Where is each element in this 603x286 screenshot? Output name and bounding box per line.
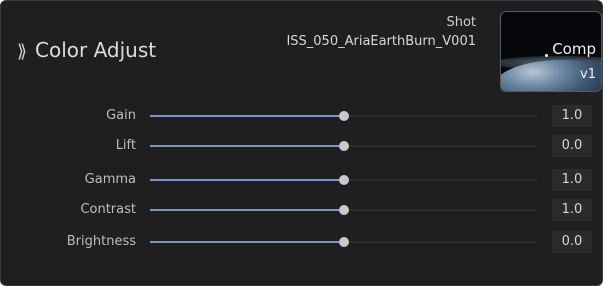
control-row-brightness: Brightness 0.0 <box>1 231 602 253</box>
slider-handle[interactable] <box>339 141 349 151</box>
control-label: Gamma <box>84 172 136 187</box>
control-row-lift: Lift 0.0 <box>1 135 602 157</box>
slider-handle[interactable] <box>339 175 349 185</box>
slider-handle[interactable] <box>339 205 349 215</box>
slider-handle[interactable] <box>339 237 349 247</box>
slider-fill <box>150 115 344 117</box>
slider-fill <box>150 209 344 211</box>
control-row-gain: Gain 1.0 <box>1 105 602 127</box>
slider-handle[interactable] <box>339 111 349 121</box>
slider-track[interactable] <box>150 111 537 121</box>
control-label: Brightness <box>66 234 136 249</box>
value-field[interactable]: 0.0 <box>552 135 592 157</box>
value-field[interactable]: 1.0 <box>552 169 592 191</box>
thumbnail-comp-label: Comp <box>552 40 596 58</box>
value-field[interactable]: 1.0 <box>552 105 592 127</box>
shot-name: ISS_050_AriaEarthBurn_V001 <box>286 34 476 49</box>
slider-track[interactable] <box>150 175 537 185</box>
control-label: Lift <box>115 138 136 153</box>
comp-thumbnail[interactable]: Comp v1 <box>500 11 602 92</box>
value-field[interactable]: 1.0 <box>552 199 592 221</box>
panel-header: ⟫ Color Adjust Shot ISS_050_AriaEarthBurn… <box>1 1 602 96</box>
value-field[interactable]: 0.0 <box>552 231 592 253</box>
control-row-gamma: Gamma 1.0 <box>1 169 602 191</box>
control-row-contrast: Contrast 1.0 <box>1 199 602 221</box>
panel-title[interactable]: ⟫ Color Adjust <box>17 38 156 62</box>
slider-fill <box>150 145 344 147</box>
shot-label: Shot <box>446 15 476 30</box>
slider-track[interactable] <box>150 237 537 247</box>
sun-glint <box>545 54 548 57</box>
control-label: Contrast <box>80 202 136 217</box>
thumbnail-version-label: v1 <box>580 67 596 82</box>
chevron-expand-icon[interactable]: ⟫ <box>17 41 27 62</box>
slider-track[interactable] <box>150 141 537 151</box>
color-adjust-panel: ⟫ Color Adjust Shot ISS_050_AriaEarthBurn… <box>0 0 603 286</box>
control-label: Gain <box>106 108 136 123</box>
slider-track[interactable] <box>150 205 537 215</box>
panel-title-label: Color Adjust <box>35 38 157 62</box>
slider-fill <box>150 179 344 181</box>
slider-fill <box>150 241 344 243</box>
